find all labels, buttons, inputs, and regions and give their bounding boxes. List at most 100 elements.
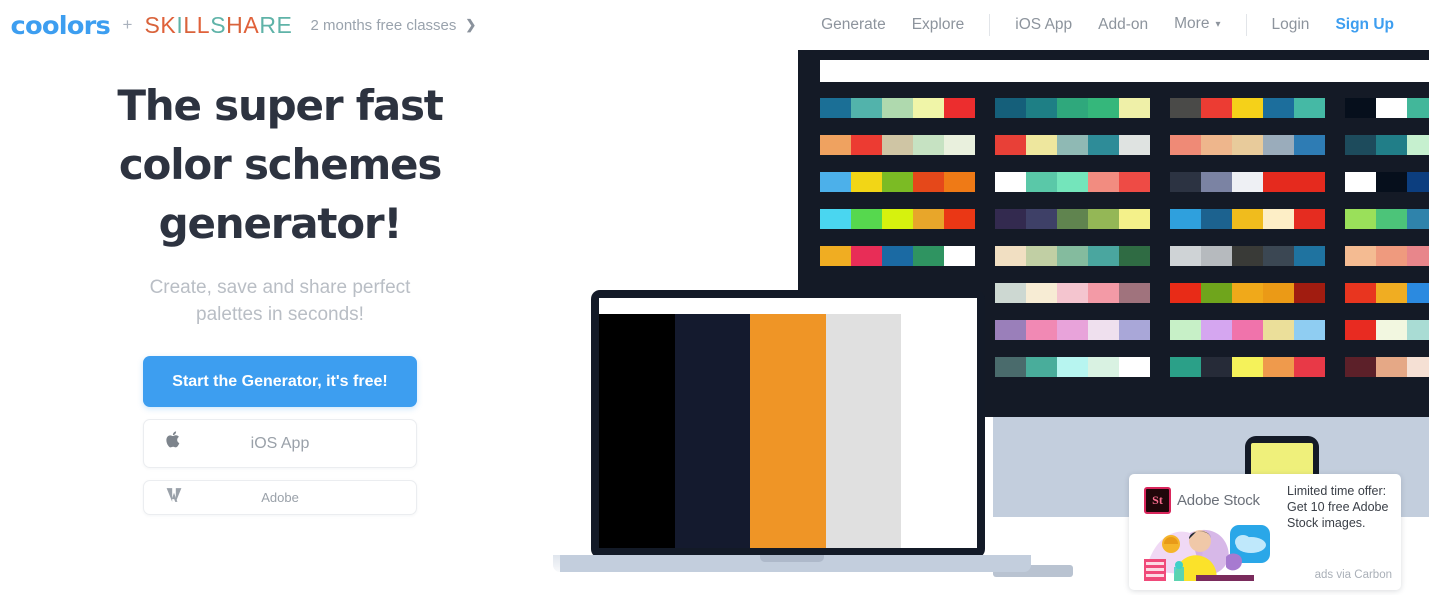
palette-swatch[interactable] [1170, 283, 1201, 303]
palette-swatch[interactable] [1232, 135, 1263, 155]
palette-swatch[interactable] [1170, 209, 1201, 229]
palette-swatch[interactable] [1201, 172, 1232, 192]
palette-swatch-row[interactable] [1345, 320, 1429, 340]
palette-swatch[interactable] [820, 246, 851, 266]
palette-swatch[interactable] [995, 357, 1026, 377]
palette-swatch[interactable] [1201, 320, 1232, 340]
palette-swatch[interactable] [1263, 283, 1294, 303]
palette-swatch[interactable] [1057, 135, 1088, 155]
palette-swatch[interactable] [1263, 357, 1294, 377]
palette-swatch[interactable] [1057, 320, 1088, 340]
palette-swatch[interactable] [820, 98, 851, 118]
ad-thumbnail[interactable]: St Adobe Stock [1138, 483, 1276, 581]
nav-signup[interactable]: Sign Up [1322, 0, 1407, 50]
laptop-palette-stripe-1[interactable] [674, 314, 751, 548]
palette-swatch[interactable] [1294, 283, 1325, 303]
palette-swatch[interactable] [1170, 246, 1201, 266]
palette-swatch-row[interactable] [1345, 135, 1429, 155]
palette-swatch-row[interactable] [820, 209, 975, 229]
palette-swatch[interactable] [1263, 135, 1294, 155]
palette-swatch[interactable] [1026, 320, 1057, 340]
palette-swatch[interactable] [1119, 98, 1150, 118]
palette-swatch[interactable] [1294, 357, 1325, 377]
palette-swatch[interactable] [1294, 246, 1325, 266]
palette-swatch[interactable] [1376, 172, 1407, 192]
palette-swatch[interactable] [1088, 135, 1119, 155]
palette-swatch[interactable] [1345, 135, 1376, 155]
palette-swatch[interactable] [1026, 357, 1057, 377]
palette-swatch[interactable] [1201, 135, 1232, 155]
palette-swatch-row[interactable] [1170, 357, 1325, 377]
palette-swatch-row[interactable] [995, 283, 1150, 303]
palette-swatch[interactable] [1232, 172, 1263, 192]
start-generator-button[interactable]: Start the Generator, it's free! [143, 356, 417, 407]
palette-swatch[interactable] [1294, 320, 1325, 340]
nav-login[interactable]: Login [1259, 0, 1323, 50]
palette-swatch[interactable] [1201, 246, 1232, 266]
nav-generate[interactable]: Generate [808, 0, 899, 50]
palette-swatch[interactable] [1263, 246, 1294, 266]
palette-swatch[interactable] [1119, 357, 1150, 377]
palette-swatch[interactable] [1345, 283, 1376, 303]
nav-explore[interactable]: Explore [899, 0, 978, 50]
palette-swatch[interactable] [995, 172, 1026, 192]
palette-swatch[interactable] [1119, 320, 1150, 340]
palette-swatch[interactable] [1170, 172, 1201, 192]
palette-swatch-row[interactable] [1170, 172, 1325, 192]
palette-swatch[interactable] [882, 172, 913, 192]
palette-swatch-row[interactable] [995, 320, 1150, 340]
palette-swatch-row[interactable] [1170, 320, 1325, 340]
skillshare-logo[interactable]: SKILLSHARE [144, 13, 292, 37]
palette-swatch[interactable] [944, 209, 975, 229]
palette-swatch[interactable] [1407, 209, 1429, 229]
palette-swatch-row[interactable] [995, 246, 1150, 266]
laptop-palette-stripe-2[interactable] [750, 314, 826, 548]
palette-swatch[interactable] [995, 135, 1026, 155]
palette-swatch[interactable] [1345, 246, 1376, 266]
palette-swatch[interactable] [1407, 357, 1429, 377]
palette-swatch[interactable] [1088, 246, 1119, 266]
palette-swatch[interactable] [1057, 172, 1088, 192]
palette-swatch-row[interactable] [1170, 246, 1325, 266]
palette-swatch[interactable] [882, 246, 913, 266]
palette-swatch-row[interactable] [820, 172, 975, 192]
palette-swatch[interactable] [1232, 283, 1263, 303]
palette-swatch-row[interactable] [1170, 135, 1325, 155]
palette-swatch-row[interactable] [1345, 172, 1429, 192]
palette-swatch[interactable] [1119, 135, 1150, 155]
palette-swatch-row[interactable] [1170, 209, 1325, 229]
palette-swatch-row[interactable] [995, 172, 1150, 192]
palette-swatch[interactable] [1345, 357, 1376, 377]
palette-swatch[interactable] [1345, 209, 1376, 229]
palette-swatch[interactable] [882, 209, 913, 229]
palette-swatch[interactable] [1057, 357, 1088, 377]
palette-swatch[interactable] [820, 209, 851, 229]
palette-swatch[interactable] [851, 172, 882, 192]
palette-swatch[interactable] [1407, 98, 1429, 118]
palette-swatch-row[interactable] [1170, 98, 1325, 118]
palette-swatch[interactable] [1057, 246, 1088, 266]
palette-swatch[interactable] [1170, 320, 1201, 340]
palette-swatch[interactable] [913, 209, 944, 229]
palette-swatch[interactable] [1407, 320, 1429, 340]
laptop-palette-stripe-4[interactable] [901, 314, 977, 548]
palette-swatch[interactable] [913, 98, 944, 118]
palette-swatch[interactable] [851, 209, 882, 229]
palette-swatch[interactable] [1026, 283, 1057, 303]
palette-swatch[interactable] [1376, 357, 1407, 377]
palette-swatch[interactable] [1232, 246, 1263, 266]
palette-swatch[interactable] [1057, 283, 1088, 303]
carbon-ad[interactable]: St Adobe Stock Limited time offer: Get 1… [1129, 474, 1401, 590]
palette-swatch[interactable] [882, 135, 913, 155]
palette-swatch[interactable] [1376, 209, 1407, 229]
nav-ios-app[interactable]: iOS App [1002, 0, 1085, 50]
palette-swatch[interactable] [1057, 209, 1088, 229]
promo-banner[interactable]: 2 months free classes ❯ [310, 17, 476, 34]
palette-swatch[interactable] [1263, 172, 1294, 192]
palette-swatch[interactable] [995, 98, 1026, 118]
palette-swatch[interactable] [1232, 209, 1263, 229]
palette-swatch[interactable] [1376, 283, 1407, 303]
palette-swatch[interactable] [820, 135, 851, 155]
palette-swatch[interactable] [1026, 209, 1057, 229]
palette-swatch[interactable] [820, 172, 851, 192]
